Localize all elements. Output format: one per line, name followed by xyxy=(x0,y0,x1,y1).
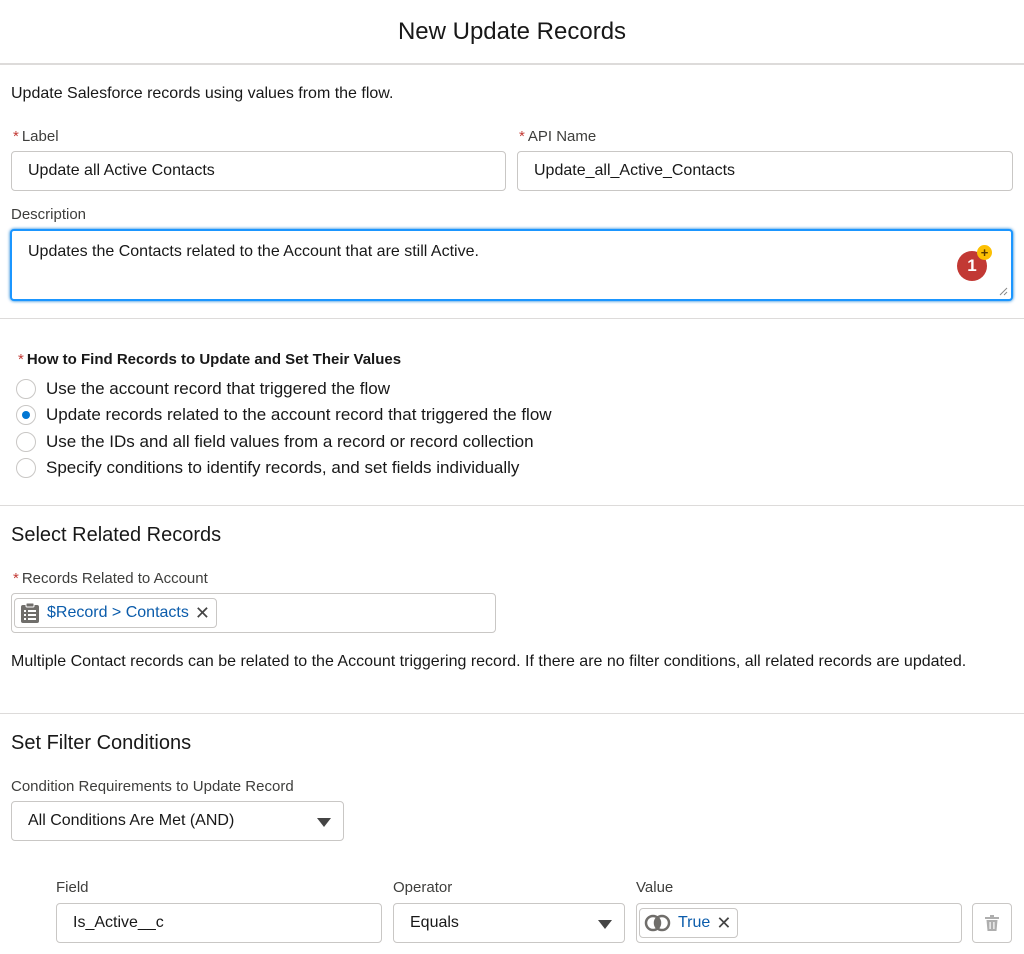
resize-handle-icon[interactable] xyxy=(999,287,1008,296)
pill-label: $Record > Contacts xyxy=(47,604,189,621)
trash-icon xyxy=(985,915,999,931)
radio-button[interactable] xyxy=(16,458,36,478)
description-textarea[interactable]: Updates the Contacts related to the Acco… xyxy=(10,229,1013,301)
chevron-down-icon xyxy=(598,920,612,929)
filter-field-input[interactable]: Is_Active__c xyxy=(56,903,382,943)
radio-option-related-records[interactable]: Update records related to the account re… xyxy=(16,405,552,425)
value-pill-label: True xyxy=(678,914,711,931)
divider xyxy=(0,505,1024,506)
filter-operator-select[interactable]: Equals xyxy=(393,903,625,943)
radio-option-ids-collection[interactable]: Use the IDs and all field values from a … xyxy=(16,432,534,452)
condition-requirements-label: Condition Requirements to Update Record xyxy=(11,778,294,795)
operator-column-label: Operator xyxy=(393,879,453,896)
field-column-label: Field xyxy=(56,879,89,896)
record-list-icon xyxy=(21,602,39,623)
set-filter-conditions-title: Set Filter Conditions xyxy=(11,732,192,754)
label-input[interactable]: Update all Active Contacts xyxy=(11,151,506,191)
radio-button[interactable] xyxy=(16,379,36,399)
records-related-label: * Records Related to Account xyxy=(13,570,208,587)
select-related-records-title: Select Related Records xyxy=(11,524,222,546)
radio-button-selected[interactable] xyxy=(16,405,36,425)
radio-option-triggering-record[interactable]: Use the account record that triggered th… xyxy=(16,379,390,399)
api-name-input[interactable]: Update_all_Active_Contacts xyxy=(517,151,1013,191)
plus-icon: + xyxy=(977,245,992,260)
value-pill[interactable]: True ✕ xyxy=(639,908,739,938)
api-name-field-label: * API Name xyxy=(519,128,597,145)
modal-title: New Update Records xyxy=(397,17,627,45)
close-icon[interactable]: ✕ xyxy=(716,913,731,934)
divider xyxy=(0,318,1024,319)
chevron-down-icon xyxy=(317,818,331,827)
delete-condition-button[interactable] xyxy=(972,903,1012,943)
intro-text: Update Salesforce records using values f… xyxy=(11,85,394,102)
record-pill[interactable]: $Record > Contacts ✕ xyxy=(14,598,217,628)
related-records-help-text: Multiple Contact records can be related … xyxy=(11,653,967,670)
boolean-icon xyxy=(644,914,671,932)
divider xyxy=(0,713,1024,714)
modal-header: New Update Records xyxy=(0,0,1024,65)
value-column-label: Value xyxy=(636,879,674,896)
find-records-label: * How to Find Records to Update and Set T… xyxy=(18,351,402,368)
label-field-label: * Label xyxy=(13,128,59,145)
radio-button[interactable] xyxy=(16,432,36,452)
description-label: Description xyxy=(11,206,87,223)
close-icon[interactable]: ✕ xyxy=(195,603,210,624)
radio-option-specify-conditions[interactable]: Specify conditions to identify records, … xyxy=(16,458,519,478)
condition-requirements-select[interactable]: All Conditions Are Met (AND) xyxy=(11,801,344,841)
